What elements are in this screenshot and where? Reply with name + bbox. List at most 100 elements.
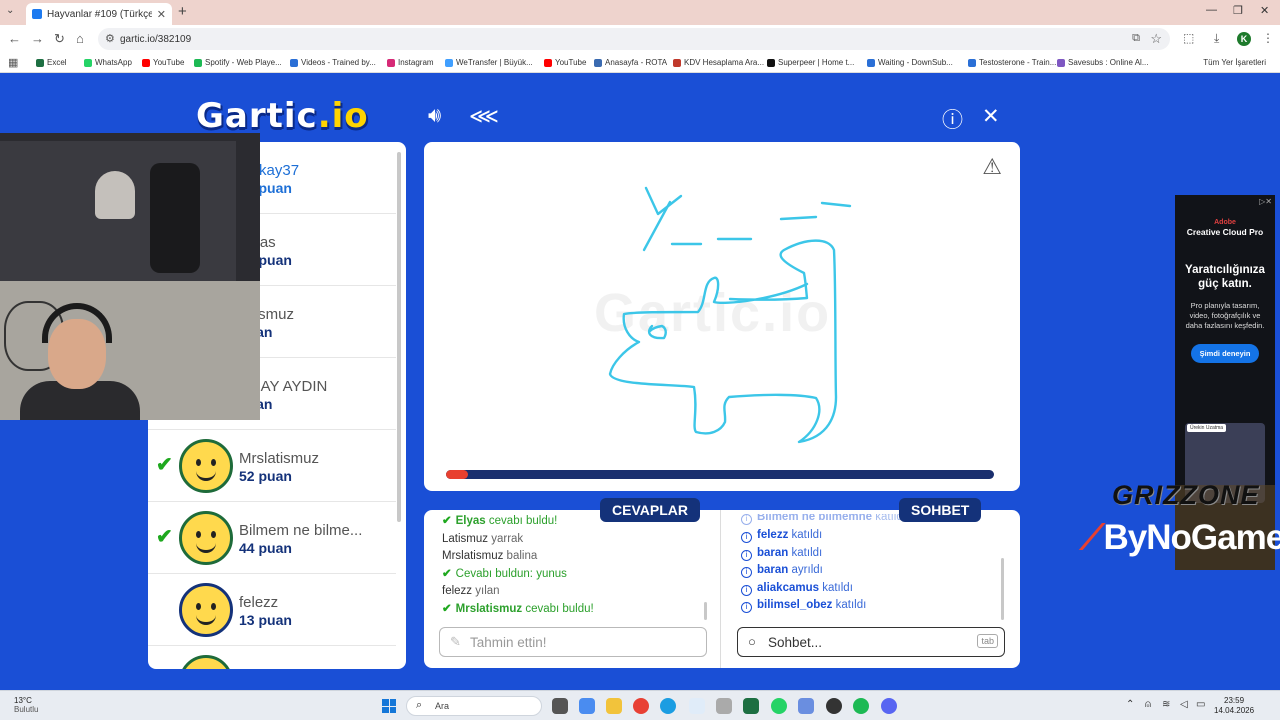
player-name: Bilmem ne bilme... (239, 522, 363, 539)
browser-tab-active[interactable]: Hayvanlar #109 (Türkçe) - G ✕ (26, 3, 172, 25)
chat-status: ayrıldı (791, 564, 823, 576)
player-row[interactable] (148, 646, 396, 669)
answers-scrollbar[interactable] (704, 602, 707, 620)
info-icon[interactable]: ⓘ (942, 104, 963, 134)
bookmark-item[interactable]: Superpeer | Home t... (767, 58, 854, 67)
apps-grid-icon[interactable]: ▦ (8, 56, 18, 69)
extensions-icon[interactable]: ⬚ (1183, 31, 1194, 45)
bookmark-favicon-icon (36, 58, 44, 67)
tab-search-icon[interactable]: ⌄ (6, 5, 14, 16)
bookmark-item[interactable]: Instagram (387, 58, 434, 67)
logo-main: Gartic (196, 96, 318, 136)
share-icon[interactable]: ⋘ (469, 104, 499, 129)
tab-close-icon[interactable]: ✕ (157, 8, 166, 21)
download-icon[interactable]: ⤓ (1214, 31, 1219, 46)
answer-text: yılan (475, 585, 500, 597)
ad-close-icon[interactable]: ▷✕ (1259, 197, 1272, 206)
bookmark-item[interactable]: YouTube (142, 58, 184, 67)
wifi-icon[interactable]: ≋ (1162, 699, 1170, 710)
player-points: 52 puan (239, 468, 292, 484)
player-list-scrollbar[interactable] (397, 152, 401, 522)
player-row[interactable]: ✔ Mrslatismuz 52 puan (148, 430, 396, 502)
bookmark-favicon-icon (387, 58, 395, 67)
file-explorer-icon[interactable] (606, 698, 622, 714)
bookmark-item[interactable]: WeTransfer | Büyük... (445, 58, 533, 67)
profile-avatar[interactable]: K (1237, 32, 1251, 46)
reload-icon[interactable]: ↻ (54, 31, 65, 47)
check-icon: ✔ (442, 567, 452, 580)
player-row[interactable]: ✔ Bilmem ne bilme... 44 puan (148, 502, 396, 574)
chat-line: i bilimsel_obez katıldı (741, 597, 1003, 615)
minimize-icon[interactable]: — (1206, 4, 1217, 16)
app-icon[interactable] (689, 698, 705, 714)
stroke-dash-3 (779, 215, 818, 221)
bookmark-item[interactable]: WhatsApp (84, 58, 132, 67)
volume-icon[interactable]: ◁ (1180, 699, 1188, 710)
sound-icon[interactable]: 🔊︎ (428, 104, 441, 128)
address-bar[interactable]: ⚙ gartic.io/382109 ⧉ ☆ (98, 28, 1170, 50)
calculator-icon[interactable] (716, 698, 732, 714)
bookmark-item[interactable]: Savesubs : Online Al... (1057, 58, 1149, 67)
whatsapp-icon[interactable] (771, 698, 787, 714)
tab-chat[interactable]: SOHBET (899, 498, 982, 522)
bookmark-item[interactable]: YouTube (544, 58, 586, 67)
all-bookmarks-link[interactable]: Tüm Yer İşaretleri (1203, 58, 1266, 67)
start-icon[interactable] (382, 699, 396, 713)
bookmark-item[interactable]: Spotify - Web Playe... (194, 58, 282, 67)
bookmark-item[interactable]: Testosterone - Train... (968, 58, 1056, 67)
player-avatar-icon (179, 511, 233, 565)
adobe-ad-banner[interactable]: ▷✕ Adobe Creative Cloud Pro Yaratıcılığı… (1175, 195, 1275, 570)
chrome-icon[interactable] (633, 698, 649, 714)
back-icon[interactable]: ← (8, 31, 21, 46)
chat-input[interactable]: ○ Sohbet... tab (737, 627, 1005, 657)
answer-user: Latismuz (442, 532, 489, 545)
task-view-icon[interactable] (552, 698, 568, 714)
chat-user: felezz (757, 529, 789, 541)
ad-chip: Ürekin Uzatma (1187, 424, 1227, 432)
new-tab-icon[interactable]: + (178, 3, 187, 20)
edge-icon[interactable] (660, 698, 676, 714)
ad-product: Creative Cloud Pro (1186, 227, 1264, 237)
webcam-overlay (0, 133, 260, 420)
bookmark-star-icon[interactable]: ☆ (1150, 31, 1162, 47)
tray-chevron-icon[interactable]: ⌃ (1126, 699, 1134, 710)
home-icon[interactable]: ⌂ (76, 31, 84, 46)
excel-icon[interactable] (743, 698, 759, 714)
drawing-canvas[interactable]: Gartic.io ⚠︎ (424, 142, 1020, 491)
exit-icon[interactable]: ✕ (982, 104, 1000, 129)
spotify-icon[interactable] (853, 698, 869, 714)
info-icon: i (741, 584, 752, 596)
battery-icon[interactable]: ▭ (1196, 699, 1205, 710)
mic-icon[interactable]: ⍝ (1145, 699, 1151, 710)
clock-time: 23:59 (1224, 696, 1245, 705)
settings-icon[interactable] (798, 698, 814, 714)
install-app-icon[interactable]: ⧉ (1132, 32, 1140, 45)
window-close-icon[interactable]: ✕ (1260, 4, 1269, 17)
webcam-streamer (0, 141, 236, 281)
ad-cta-button[interactable]: Şimdi deneyin (1190, 344, 1260, 363)
report-warning-icon[interactable]: ⚠︎ (982, 154, 1002, 180)
site-info-icon[interactable]: ⚙ (105, 32, 115, 45)
bookmark-item[interactable]: Anasayfa - ROTA (594, 58, 667, 67)
guess-input[interactable]: ✎ Tahmin ettin! (439, 627, 707, 657)
menu-icon[interactable]: ⋮ (1262, 31, 1274, 45)
bookmark-item[interactable]: Videos - Trained by... (290, 58, 376, 67)
taskbar-clock[interactable]: 23:59 14.04.2026 (1214, 696, 1254, 716)
copilot-icon[interactable] (579, 698, 595, 714)
weather-widget[interactable]: 13°C Bulutlu (14, 696, 38, 714)
bookmark-item[interactable]: KDV Hesaplama Ara... (673, 58, 764, 67)
taskbar-search[interactable]: ⌕ Ara (406, 696, 542, 716)
player-row[interactable]: felezz 13 puan (148, 574, 396, 646)
bookmark-item[interactable]: Waiting - DownSub... (867, 58, 953, 67)
maximize-icon[interactable]: ❐ (1233, 4, 1243, 17)
discord-icon[interactable] (881, 698, 897, 714)
obs-icon[interactable] (826, 698, 842, 714)
bookmark-item[interactable]: Excel (36, 58, 67, 67)
tab-answers[interactable]: CEVAPLAR (600, 498, 700, 522)
forward-icon[interactable]: → (31, 31, 44, 46)
bookmark-favicon-icon (142, 58, 150, 67)
gartic-logo[interactable]: Gartic.io (196, 96, 369, 136)
bookmark-favicon-icon (867, 58, 875, 67)
chat-user: baran (757, 564, 789, 576)
chat-scrollbar[interactable] (1001, 558, 1004, 620)
